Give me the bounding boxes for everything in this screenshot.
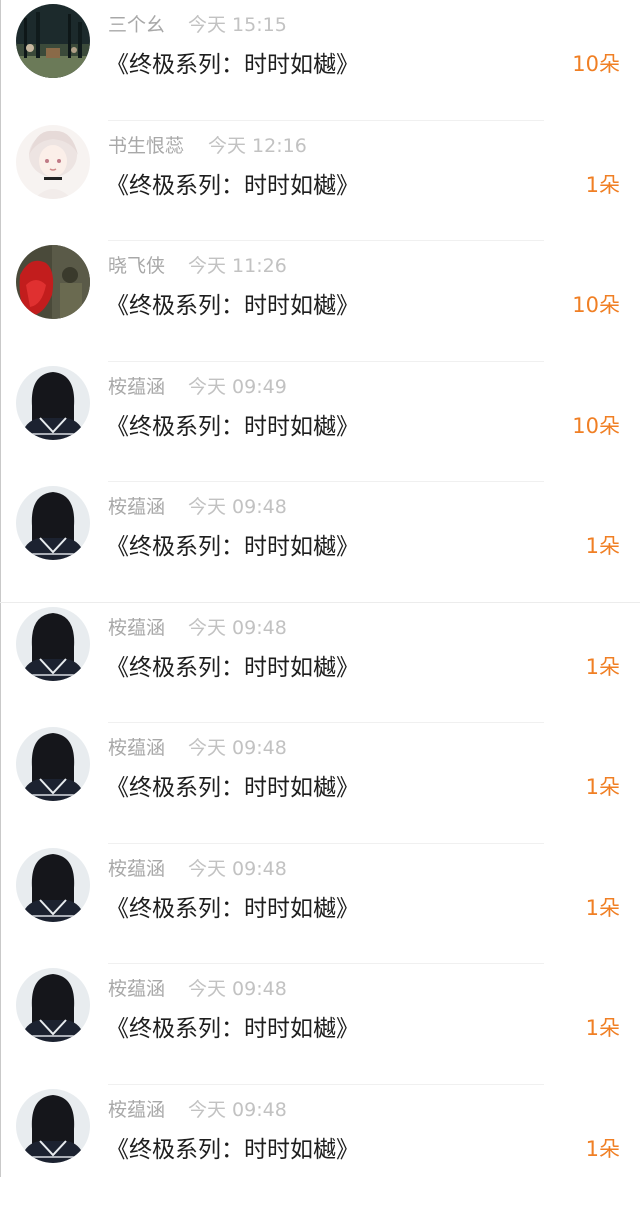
- book-title[interactable]: 《终极系列：时时如樾》: [106, 1009, 359, 1043]
- schoolgirl-back-avatar-image: [16, 486, 90, 560]
- user-avatar[interactable]: [16, 486, 90, 560]
- book-title[interactable]: 《终极系列：时时如樾》: [106, 407, 359, 441]
- schoolgirl-back-avatar-image: [16, 848, 90, 922]
- schoolgirl-back-avatar-image: [16, 366, 90, 440]
- flower-count: 1朵: [586, 530, 620, 560]
- anime-girl-avatar-image: [16, 125, 90, 199]
- red-figure-avatar-image: [16, 245, 90, 319]
- username[interactable]: 桉蕴涵: [108, 733, 165, 760]
- username[interactable]: 桉蕴涵: [108, 613, 165, 640]
- schoolgirl-back-avatar-image: [16, 727, 90, 801]
- flower-count: 1朵: [586, 771, 620, 801]
- user-avatar[interactable]: [16, 607, 90, 681]
- book-title[interactable]: 《终极系列：时时如樾》: [106, 166, 359, 200]
- user-avatar[interactable]: [16, 848, 90, 922]
- list-item[interactable]: 桉蕴涵 今天 09:48 《终极系列：时时如樾》 1朵: [0, 723, 640, 844]
- flower-count: 1朵: [586, 1133, 620, 1163]
- timestamp: 今天 15:15: [188, 10, 287, 37]
- list-item[interactable]: 桉蕴涵 今天 09:48 《终极系列：时时如樾》 1朵: [0, 844, 640, 965]
- flower-count: 1朵: [586, 651, 620, 681]
- flower-count: 10朵: [572, 410, 620, 440]
- user-avatar[interactable]: [16, 245, 90, 319]
- timestamp: 今天 09:48: [188, 854, 287, 881]
- flower-count: 10朵: [572, 48, 620, 78]
- book-title[interactable]: 《终极系列：时时如樾》: [106, 286, 359, 320]
- list-item[interactable]: 桉蕴涵 今天 09:49 《终极系列：时时如樾》 10朵: [0, 362, 640, 483]
- timestamp: 今天 09:48: [188, 733, 287, 760]
- timestamp: 今天 09:48: [188, 974, 287, 1001]
- book-title[interactable]: 《终极系列：时时如樾》: [106, 648, 359, 682]
- list-item[interactable]: 三个幺 今天 15:15 《终极系列：时时如樾》 10朵: [0, 0, 640, 121]
- flower-count: 10朵: [572, 289, 620, 319]
- user-avatar[interactable]: [16, 125, 90, 199]
- username[interactable]: 桉蕴涵: [108, 372, 165, 399]
- timestamp: 今天 12:16: [208, 131, 307, 158]
- username[interactable]: 桉蕴涵: [108, 492, 165, 519]
- user-avatar[interactable]: [16, 4, 90, 78]
- username[interactable]: 桉蕴涵: [108, 1095, 165, 1122]
- user-avatar[interactable]: [16, 1089, 90, 1163]
- flower-count: 1朵: [586, 892, 620, 922]
- night-forest-avatar-image: [16, 4, 90, 78]
- schoolgirl-back-avatar-image: [16, 607, 90, 681]
- username[interactable]: 晓飞侠: [108, 251, 165, 278]
- timestamp: 今天 09:49: [188, 372, 287, 399]
- username[interactable]: 书生恨蕊: [108, 131, 184, 158]
- user-avatar[interactable]: [16, 968, 90, 1042]
- list-item[interactable]: 桉蕴涵 今天 09:48 《终极系列：时时如樾》 1朵: [0, 482, 640, 603]
- username[interactable]: 三个幺: [108, 10, 165, 37]
- book-title[interactable]: 《终极系列：时时如樾》: [106, 1130, 359, 1164]
- timestamp: 今天 09:48: [188, 492, 287, 519]
- timestamp: 今天 09:48: [188, 613, 287, 640]
- schoolgirl-back-avatar-image: [16, 968, 90, 1042]
- username[interactable]: 桉蕴涵: [108, 974, 165, 1001]
- list-item[interactable]: 桉蕴涵 今天 09:48 《终极系列：时时如樾》 1朵: [0, 603, 640, 724]
- schoolgirl-back-avatar-image: [16, 1089, 90, 1163]
- list-item[interactable]: 桉蕴涵 今天 09:48 《终极系列：时时如樾》 1朵: [0, 1085, 640, 1205]
- book-title[interactable]: 《终极系列：时时如樾》: [106, 45, 359, 79]
- username[interactable]: 桉蕴涵: [108, 854, 165, 881]
- list-item[interactable]: 晓飞侠 今天 11:26 《终极系列：时时如樾》 10朵: [0, 241, 640, 362]
- gift-list: 三个幺 今天 15:15 《终极系列：时时如樾》 10朵 书生恨蕊 今天 12:…: [0, 0, 640, 1205]
- book-title[interactable]: 《终极系列：时时如樾》: [106, 527, 359, 561]
- list-item[interactable]: 桉蕴涵 今天 09:48 《终极系列：时时如樾》 1朵: [0, 964, 640, 1085]
- user-avatar[interactable]: [16, 366, 90, 440]
- list-item[interactable]: 书生恨蕊 今天 12:16 《终极系列：时时如樾》 1朵: [0, 121, 640, 242]
- book-title[interactable]: 《终极系列：时时如樾》: [106, 889, 359, 923]
- timestamp: 今天 11:26: [188, 251, 287, 278]
- user-avatar[interactable]: [16, 727, 90, 801]
- flower-count: 1朵: [586, 1012, 620, 1042]
- flower-count: 1朵: [586, 169, 620, 199]
- book-title[interactable]: 《终极系列：时时如樾》: [106, 768, 359, 802]
- timestamp: 今天 09:48: [188, 1095, 287, 1122]
